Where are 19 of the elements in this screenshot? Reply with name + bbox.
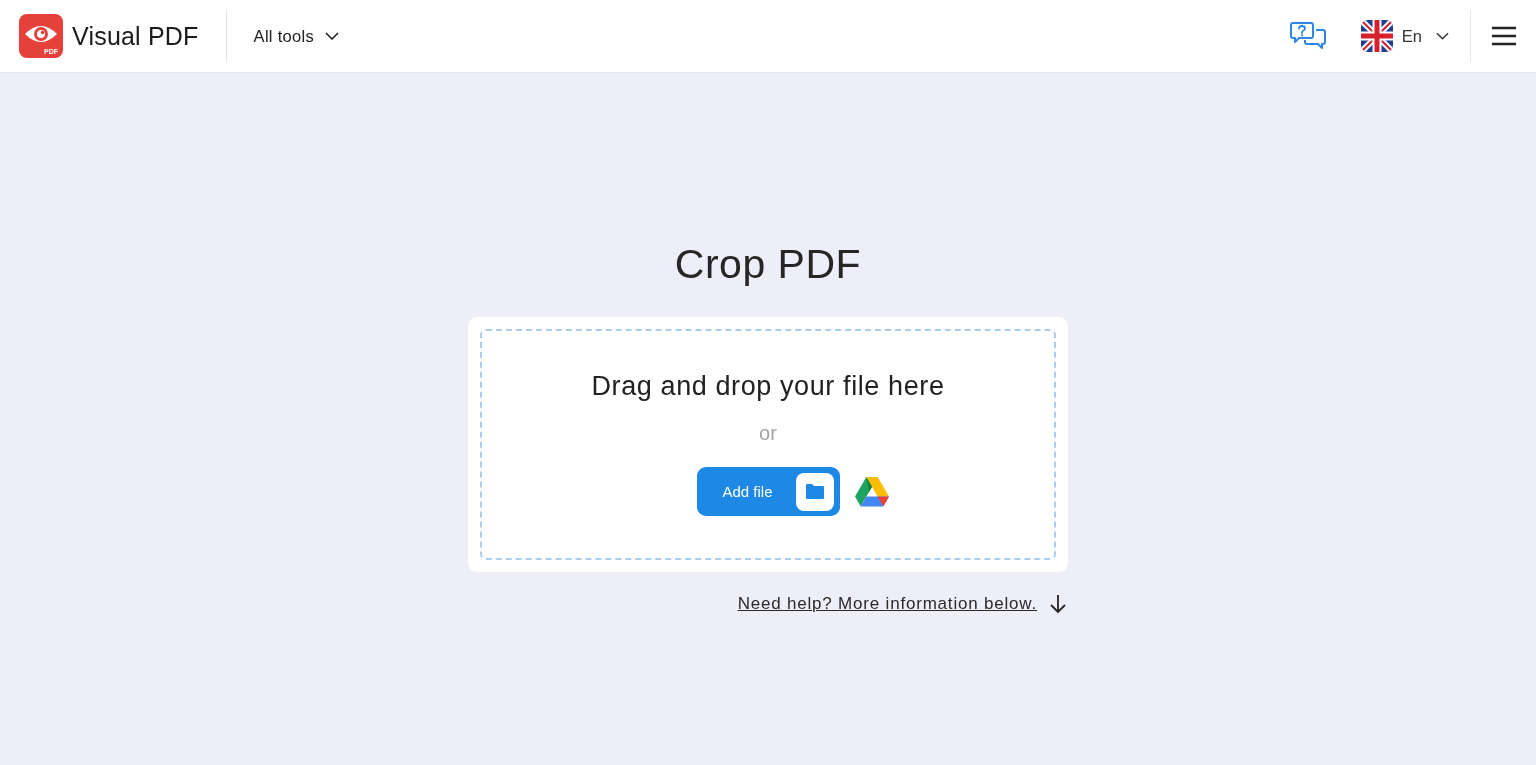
file-drop-zone[interactable]: Drag and drop your file here or Add file [480, 329, 1056, 560]
cloud-drive-button[interactable] [854, 476, 889, 507]
speech-bubbles-icon [1289, 21, 1326, 51]
drop-prompt: Drag and drop your file here [591, 370, 945, 403]
or-separator: or [759, 421, 777, 446]
union-flag-icon [1360, 20, 1393, 52]
all-tools-dropdown[interactable]: All tools [253, 26, 340, 46]
language-selector[interactable]: En [1360, 20, 1449, 52]
menu-icon [1492, 26, 1516, 46]
chevron-down-icon [325, 32, 340, 40]
page-title: Crop PDF [674, 240, 862, 288]
menu-button[interactable] [1492, 26, 1516, 46]
arrow-down-icon [1049, 594, 1067, 614]
add-file-button[interactable]: Add file [696, 467, 840, 516]
chevron-down-icon [1436, 32, 1449, 40]
help-chat-button[interactable] [1289, 21, 1326, 51]
tricolor-triangle-icon [854, 476, 889, 507]
help-link[interactable]: Need help? More information below. [737, 594, 1037, 614]
folder-icon [795, 472, 834, 511]
